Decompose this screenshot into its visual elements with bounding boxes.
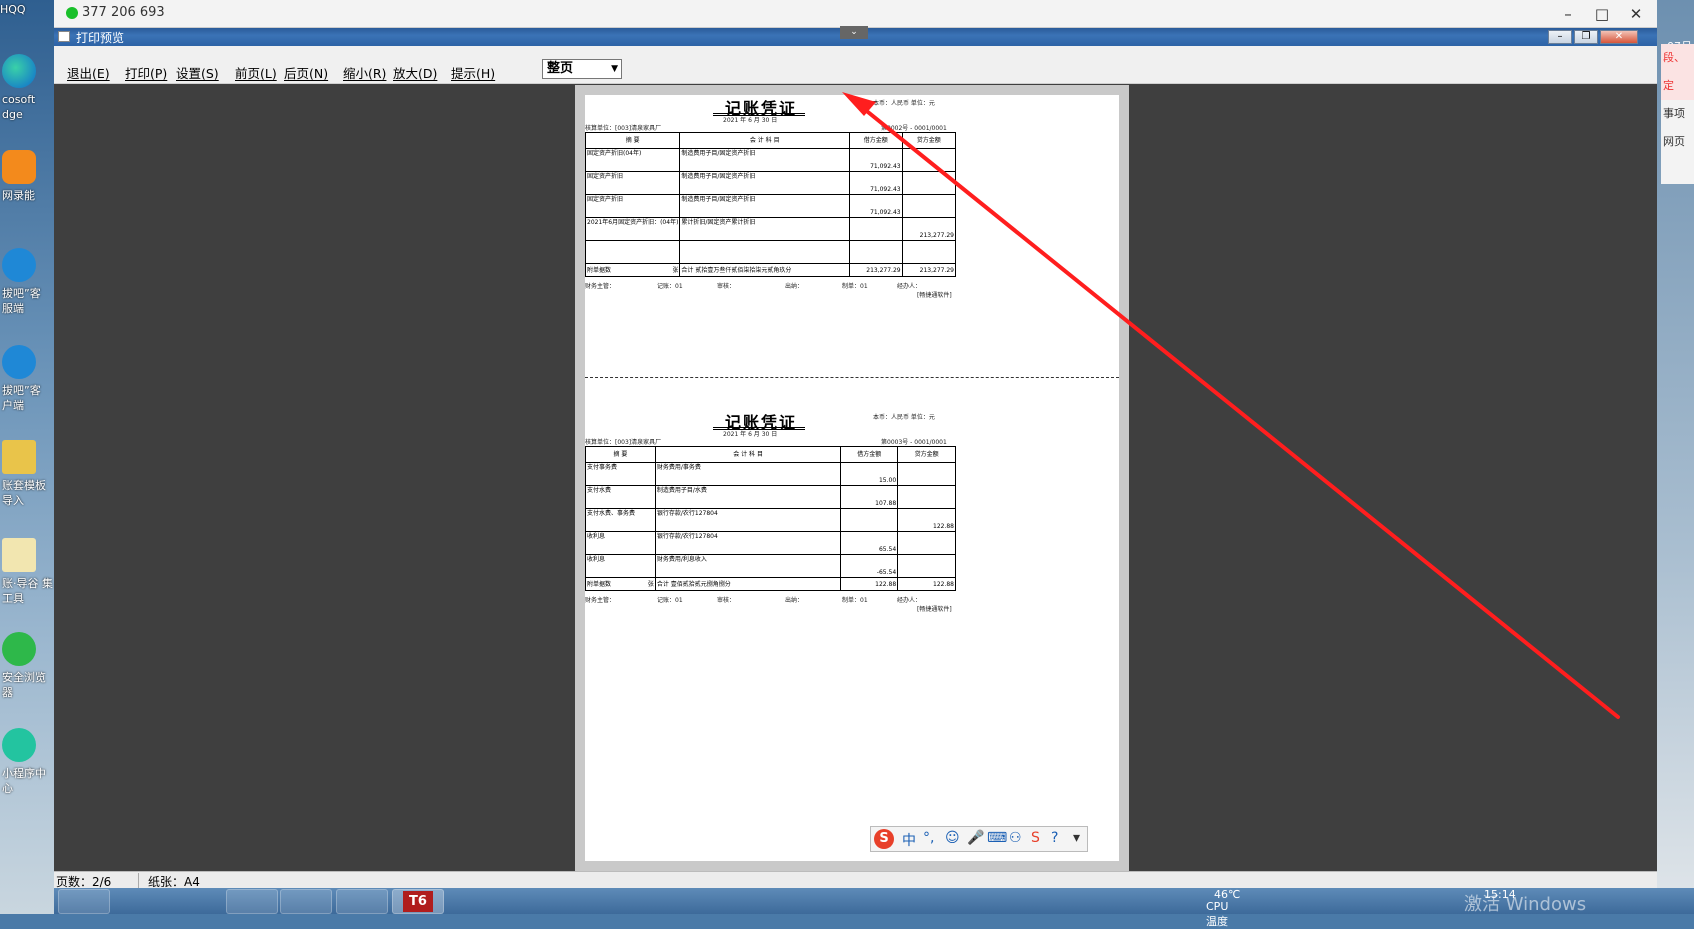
annotation-arrow	[842, 92, 1620, 719]
arrow-shaft	[856, 102, 1620, 719]
